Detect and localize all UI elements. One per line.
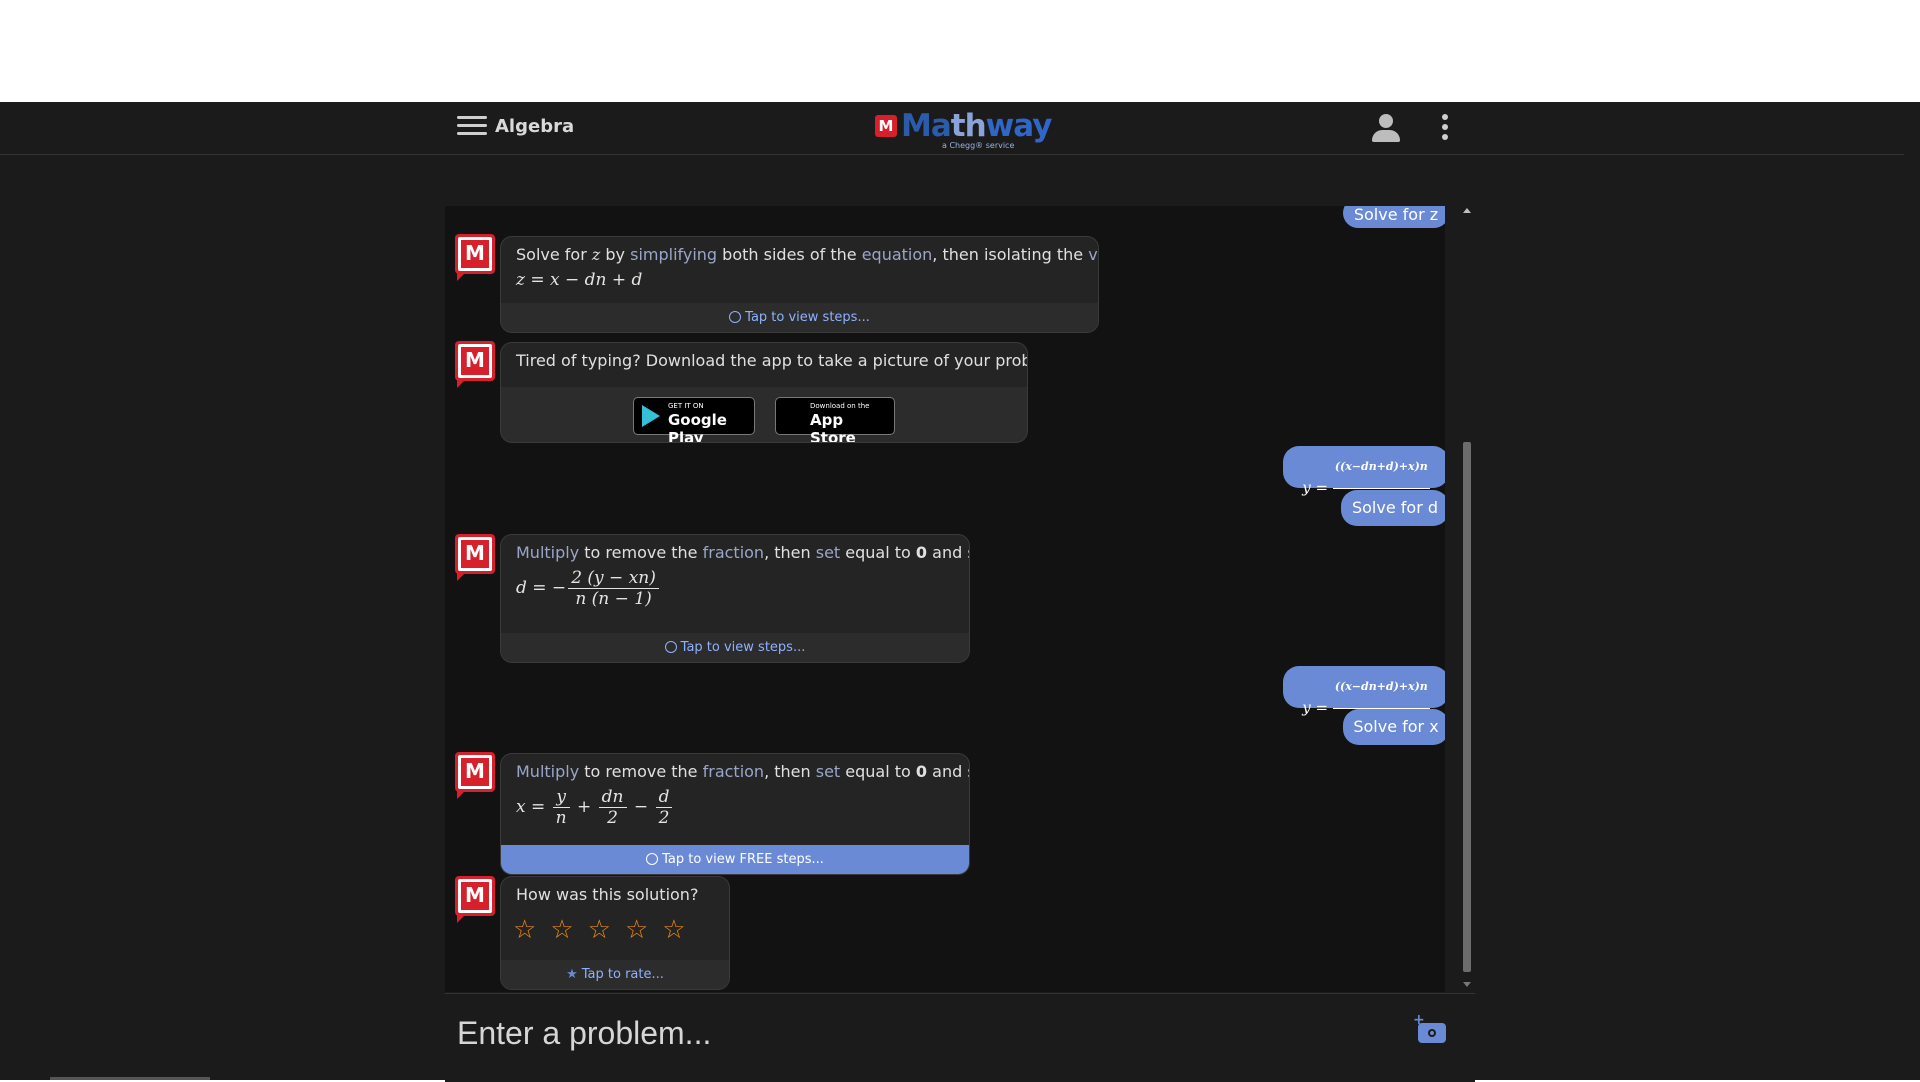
star-icon[interactable]: ☆: [625, 915, 648, 945]
user-message-partial: Solve for z: [1343, 206, 1445, 228]
promo-text: Tired of typing? Download the app to tak…: [516, 351, 1028, 370]
logo-text: Mathway: [901, 108, 1052, 144]
chat-panel[interactable]: Solve for z M Solve for z by simplifying…: [445, 206, 1445, 992]
answer-bubble: Multiply to remove the fraction, then se…: [500, 534, 970, 663]
view-steps-button[interactable]: Tap to view steps...: [501, 633, 969, 662]
more-vert-icon[interactable]: [1435, 114, 1455, 144]
star-icon[interactable]: ☆: [588, 915, 611, 945]
user-icon[interactable]: [1370, 112, 1402, 144]
answer-text: Multiply to remove the fraction, then se…: [516, 543, 969, 562]
view-steps-button[interactable]: Tap to view steps...: [501, 303, 1098, 332]
answer-bubble: Solve for z by simplifying both sides of…: [500, 236, 1099, 333]
mathway-avatar: M: [455, 234, 495, 281]
scroll-down-icon[interactable]: [1463, 982, 1471, 987]
star-filled-icon: ★: [566, 967, 578, 982]
user-command[interactable]: Solve for d: [1341, 490, 1445, 526]
tap-to-rate-button[interactable]: ★ Tap to rate...: [501, 960, 729, 989]
answer-math: x = yn + dn 2 − d2: [501, 785, 969, 834]
user-command[interactable]: Solve for x: [1343, 709, 1445, 745]
logo-mark: M: [875, 115, 897, 137]
answer-text: Solve for z by simplifying both sides of…: [516, 245, 1098, 264]
user-expression[interactable]: y = ((x−dn+d)+x)n2: [1283, 446, 1445, 516]
camera-add-icon[interactable]: +: [1413, 1012, 1449, 1046]
promo-bubble: Tired of typing? Download the app to tak…: [500, 342, 1028, 443]
store-buttons: GET IT ON Google Play Download on the Ap…: [501, 387, 1027, 442]
star-icon[interactable]: ☆: [550, 915, 573, 945]
answer-math: z = x − dn + d: [516, 270, 643, 290]
check-circle-icon: [729, 311, 742, 323]
mathway-avatar: M: [455, 341, 495, 388]
star-icon[interactable]: ☆: [513, 915, 536, 945]
chat-scrollbar[interactable]: [1459, 206, 1475, 992]
menu-icon[interactable]: [457, 116, 487, 138]
google-play-icon: [642, 405, 660, 427]
scroll-up-icon[interactable]: [1463, 208, 1471, 213]
input-area: +: [445, 993, 1475, 1082]
problem-input[interactable]: [455, 1012, 1359, 1054]
apple-icon: [785, 404, 805, 426]
logo-subtitle: a Chegg® service: [942, 141, 1015, 150]
answer-math: d = −2 (y − xn) n (n − 1): [501, 566, 969, 615]
scroll-thumb[interactable]: [1463, 442, 1471, 972]
answer-bubble: Multiply to remove the fraction, then se…: [500, 753, 970, 875]
check-circle-icon: [664, 641, 677, 653]
star-rating[interactable]: ☆ ☆ ☆ ☆ ☆: [513, 915, 700, 945]
mathway-logo[interactable]: M Mathway a Chegg® service: [875, 108, 1052, 152]
view-free-steps-button[interactable]: Tap to view FREE steps...: [501, 845, 969, 874]
user-expression[interactable]: y = ((x−dn+d)+x)n2: [1283, 666, 1445, 736]
answer-text: Multiply to remove the fraction, then se…: [516, 762, 969, 781]
top-bar: Algebra M Mathway a Chegg® service: [0, 102, 1904, 155]
app-store-button[interactable]: Download on the App Store: [775, 397, 895, 442]
rating-bubble: How was this solution? ☆ ☆ ☆ ☆ ☆ ★ Tap to rat…: [500, 876, 730, 990]
rating-question: How was this solution?: [516, 885, 699, 904]
mathway-avatar: M: [455, 876, 495, 923]
subject-title[interactable]: Algebra: [495, 116, 574, 137]
google-play-button[interactable]: GET IT ON Google Play: [633, 397, 755, 442]
star-icon[interactable]: ☆: [662, 915, 685, 945]
mathway-avatar: M: [455, 752, 495, 799]
check-circle-icon: [646, 853, 659, 865]
mathway-avatar: M: [455, 534, 495, 581]
